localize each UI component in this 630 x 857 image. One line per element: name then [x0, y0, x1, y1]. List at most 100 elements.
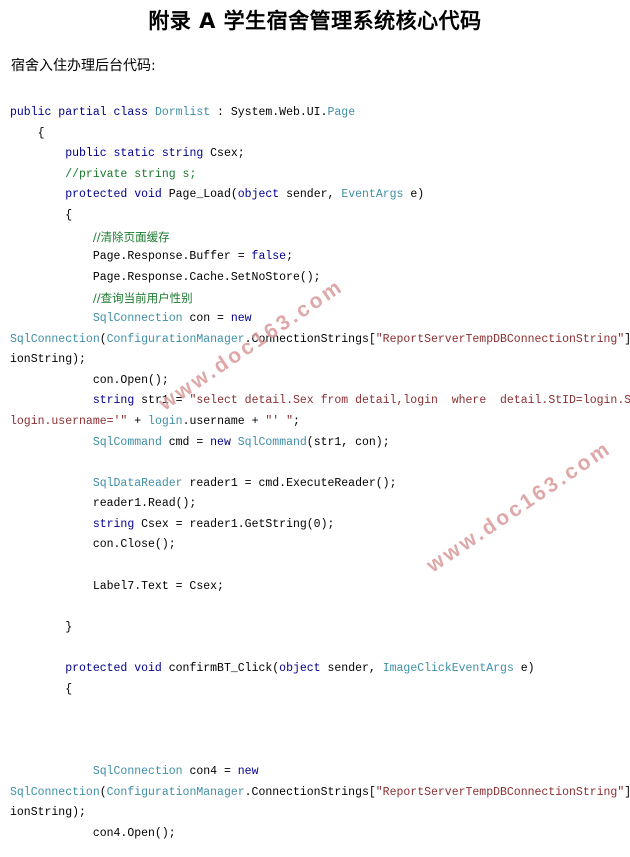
- code-token-pln: cmd =: [161, 435, 211, 449]
- code-token-pln: ].Connec: [624, 786, 630, 799]
- code-token-kw: new: [237, 765, 259, 778]
- code-token-pln: [10, 518, 93, 531]
- code-token-typ: SqlConnection: [10, 785, 100, 799]
- code-token-kw: string: [92, 394, 135, 408]
- code-token-typ: Dormlist: [154, 106, 211, 119]
- code-token-typ: EventArgs: [341, 188, 404, 202]
- code-token-pln: con4 =: [182, 765, 238, 778]
- code-token-str: "select detail.Sex from detail,login whe…: [189, 394, 630, 408]
- code-token-pln: confirmBT_Click(: [168, 662, 280, 676]
- code-token-cmt: //清除页面缓存: [92, 229, 170, 244]
- code-token-pln: [10, 188, 65, 201]
- code-line: SqlConnection con4 = new: [10, 762, 630, 783]
- code-line: protected void confirmBT_Click(object se…: [10, 659, 630, 680]
- code-token-typ: ImageClickEventArgs: [382, 662, 514, 676]
- code-token-pln: sender,: [279, 188, 342, 202]
- code-token-pln: : System.Web.UI.: [210, 106, 328, 119]
- code-token-kw: new: [210, 435, 231, 449]
- code-token-pln: ;: [286, 250, 293, 264]
- code-token-pln: [10, 662, 65, 675]
- code-token-pln: con4.Open();: [10, 826, 176, 840]
- code-line: Label7.Text = Csex;: [10, 577, 630, 598]
- code-line: con.Close();: [10, 535, 630, 556]
- code-line: }: [10, 618, 630, 639]
- code-token-pln: .ConnectionStrings[: [244, 785, 376, 799]
- code-token-pln: [231, 436, 238, 449]
- page-title: 附录 A 学生宿舍管理系统核心代码: [148, 9, 482, 33]
- code-token-pln: [10, 147, 65, 160]
- code-token-typ: SqlConnection: [10, 332, 100, 346]
- code-token-pln: sender,: [320, 662, 383, 676]
- code-line: //查询当前用户性别: [10, 288, 630, 309]
- code-token-kw: new: [230, 311, 252, 325]
- code-line: //private string s;: [10, 165, 630, 186]
- code-token-pln: (: [99, 785, 107, 799]
- code-token-pln: con.Close();: [10, 538, 176, 552]
- code-token-kw: protected void: [65, 188, 169, 202]
- code-token-pln: ;: [293, 414, 300, 428]
- code-token-typ: SqlCommand: [237, 435, 307, 449]
- code-token-pln: Page.Response.Buffer =: [10, 250, 252, 264]
- code-token-pln: con =: [182, 311, 231, 325]
- code-token-pln: con.Open();: [10, 373, 169, 387]
- code-token-kw: protected void: [65, 662, 169, 676]
- code-token-pln: {: [10, 126, 45, 140]
- code-token-pln: [10, 765, 93, 778]
- code-line: Page.Response.Buffer = false;: [10, 247, 630, 268]
- code-token-pln: ].Connec: [624, 333, 630, 346]
- code-token-kw: public static string: [65, 147, 211, 161]
- code-token-kw: public partial class: [10, 106, 155, 119]
- code-token-typ: Page: [327, 106, 356, 119]
- code-line: ionString);: [10, 350, 630, 371]
- code-line: SqlConnection(ConfigurationManager.Conne…: [10, 783, 630, 804]
- code-token-kw: false: [251, 250, 287, 264]
- code-token-typ: SqlConnection: [92, 311, 183, 325]
- code-line: SqlDataReader reader1 = cmd.ExecuteReade…: [10, 474, 630, 495]
- code-token-pln: .username +: [182, 414, 266, 428]
- code-token-cmt: //查询当前用户性别: [92, 291, 193, 306]
- code-line: //清除页面缓存: [10, 227, 630, 248]
- code-line: SqlConnection(ConfigurationManager.Conne…: [10, 330, 630, 351]
- code-token-cmt: //private string s;: [65, 167, 197, 181]
- code-token-pln: {: [10, 682, 73, 696]
- code-token-typ: SqlDataReader: [92, 476, 183, 490]
- code-line: public partial class Dormlist : System.W…: [10, 103, 630, 124]
- code-line: protected void Page_Load(object sender, …: [10, 185, 630, 206]
- code-token-kw: object: [237, 188, 280, 202]
- code-token-pln: Page_Load(: [168, 188, 238, 202]
- code-token-pln: Csex = reader1.GetString(0);: [134, 517, 335, 531]
- code-line: ionString);: [10, 803, 630, 824]
- code-token-pln: reader1.Read();: [10, 497, 197, 511]
- code-token-pln: [10, 312, 93, 325]
- code-token-pln: [10, 477, 93, 490]
- code-line: con.Open();: [10, 371, 630, 392]
- code-token-pln: e): [403, 188, 425, 202]
- code-token-pln: +: [127, 414, 149, 428]
- code-line: {: [10, 206, 630, 227]
- code-line: SqlConnection con = new: [10, 309, 630, 330]
- code-token-kw: string: [92, 517, 135, 531]
- code-token-typ: ConfigurationManager: [106, 785, 245, 799]
- code-token-kw: object: [279, 662, 321, 676]
- document-page: 附录 A 学生宿舍管理系统核心代码 宿舍入住办理后台代码: public par…: [0, 0, 630, 857]
- code-token-str: "' ": [265, 414, 293, 428]
- code-token-pln: Page.Response.Cache.SetNoStore();: [10, 270, 321, 284]
- code-token-pln: str1 =: [134, 394, 190, 408]
- code-token-pln: ionString);: [10, 353, 86, 367]
- code-line: reader1.Read();: [10, 494, 630, 515]
- code-token-pln: [10, 394, 93, 407]
- code-token-pln: Csex;: [210, 147, 245, 161]
- code-line: string str1 = "select detail.Sex from de…: [10, 391, 630, 412]
- code-line: login.username='" + login.username + "' …: [10, 412, 630, 433]
- code-line: {: [10, 680, 630, 701]
- code-token-pln: [10, 436, 93, 449]
- code-listing: public partial class Dormlist : System.W…: [10, 103, 630, 844]
- code-token-pln: [10, 232, 93, 245]
- code-line: con4.Open();: [10, 824, 630, 845]
